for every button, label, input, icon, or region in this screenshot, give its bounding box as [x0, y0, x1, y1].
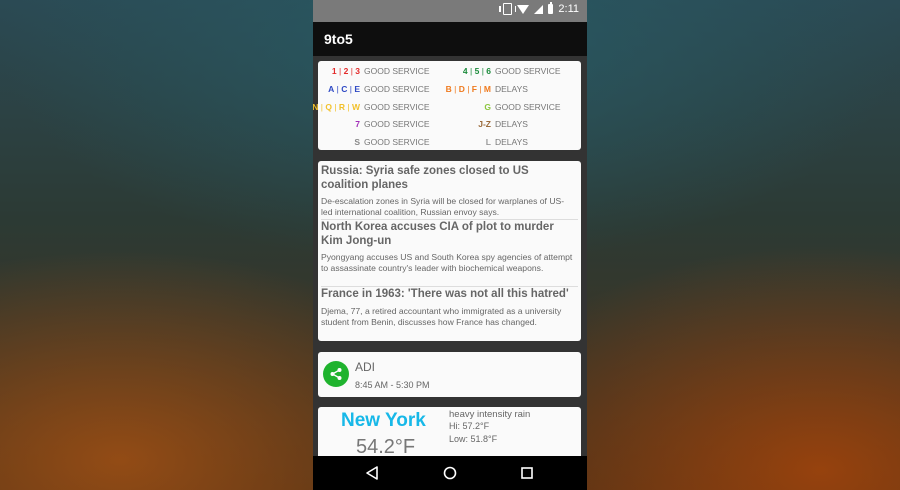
- weather-condition: heavy intensity rain: [449, 409, 531, 420]
- line-separator: |: [467, 66, 475, 76]
- subway-lines: J-Z: [478, 115, 491, 133]
- wifi-icon: [517, 4, 530, 14]
- weather-card[interactable]: New York 54.2°F heavy intensity rain Hi:…: [318, 407, 581, 456]
- calendar-event-card[interactable]: ADI 8:45 AM - 5:30 PM: [318, 352, 581, 397]
- news-headline[interactable]: North Korea accuses CIA of plot to murde…: [321, 221, 578, 248]
- widget-list[interactable]: 1 | 2 | 3 GOOD SERVICE A | C | E GOOD SERVI…: [313, 56, 587, 456]
- subway-line-label: G: [484, 101, 491, 112]
- news-card[interactable]: Russia: Syria safe zones closed to US co…: [318, 161, 581, 341]
- home-icon[interactable]: [441, 464, 459, 482]
- subway-status: DELAYS: [495, 119, 528, 130]
- subway-lines: B | D | F | M: [446, 80, 491, 98]
- news-description: De-escalation zones in Syria will be clo…: [321, 196, 565, 217]
- subway-row: J-Z DELAYS: [318, 115, 581, 133]
- weather-low: Low: 51.8°F: [449, 434, 498, 444]
- divider: [321, 286, 578, 287]
- line-separator: |: [464, 83, 472, 94]
- weather-high: Hi: 57.2°F: [449, 421, 490, 431]
- subway-line-label: J-Z: [478, 119, 491, 130]
- subway-line-label: L: [485, 137, 491, 148]
- event-name: ADI: [355, 360, 376, 374]
- share-icon[interactable]: [323, 361, 349, 387]
- status-bar: 2:11: [313, 0, 587, 22]
- event-time: 8:45 AM - 5:30 PM: [355, 380, 430, 390]
- app-title: 9to5: [324, 31, 353, 47]
- line-separator: |: [476, 83, 484, 94]
- subway-row: 4 | 5 | 6 GOOD SERVICE: [318, 62, 581, 80]
- line-separator: |: [451, 83, 459, 94]
- status-time: 2:11: [558, 3, 579, 15]
- subway-lines: L: [486, 133, 491, 151]
- subway-lines: 4 | 5 | 6: [463, 62, 491, 80]
- battery-icon: [548, 2, 554, 14]
- subway-row: B | D | F | M DELAYS: [318, 80, 581, 98]
- subway-row: L DELAYS: [318, 133, 581, 151]
- subway-status: DELAYS: [495, 83, 528, 94]
- app-bar: 9to5: [313, 22, 587, 56]
- subway-lines: G: [484, 98, 491, 116]
- signal-icon: [534, 4, 544, 14]
- subway-status: GOOD SERVICE: [495, 101, 561, 112]
- news-headline[interactable]: Russia: Syria safe zones closed to US co…: [321, 165, 578, 192]
- navigation-bar: [313, 456, 587, 490]
- subway-line-label: 6: [486, 66, 491, 76]
- divider: [321, 219, 578, 220]
- subway-status: GOOD SERVICE: [495, 66, 561, 76]
- weather-temperature: 54.2°F: [356, 436, 416, 456]
- recents-icon[interactable]: [518, 464, 536, 482]
- subway-status: DELAYS: [495, 137, 528, 148]
- back-icon[interactable]: [364, 464, 382, 482]
- subway-row: G GOOD SERVICE: [318, 98, 581, 116]
- subway-line-label: M: [483, 83, 491, 94]
- phone-screen: 2:11 9to5 1 | 2 | 3 GOOD SERVICE A | C | E…: [313, 0, 587, 490]
- news-description: Pyongyang accuses US and South Korea spy…: [321, 252, 573, 273]
- news-description: Djema, 77, a retired accountant who immi…: [321, 306, 562, 327]
- news-headline[interactable]: France in 1963: 'There was not all this …: [321, 288, 578, 302]
- subway-status-card: 1 | 2 | 3 GOOD SERVICE A | C | E GOOD SERVI…: [313, 61, 581, 151]
- weather-city: New York: [341, 410, 426, 431]
- vibrate-icon: [499, 3, 517, 15]
